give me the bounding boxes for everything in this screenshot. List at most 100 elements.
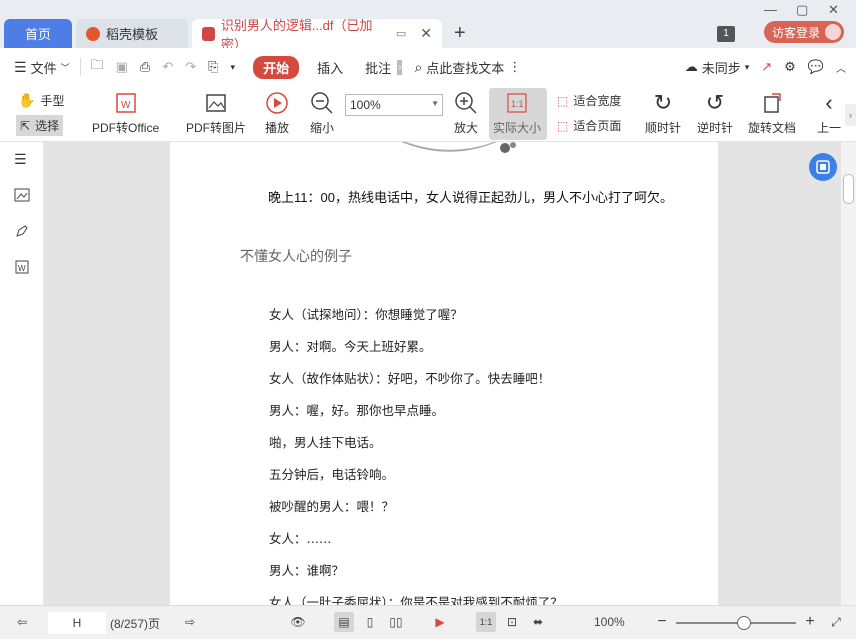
maximize-icon[interactable]: ▢ xyxy=(796,2,808,18)
ribbon-toolbar: ✋ 手型 ⇱ 选择 W PDF转Office PDF转图片 播放 缩小 100%… xyxy=(0,86,856,142)
actual-size-icon: 1:1 xyxy=(504,90,530,116)
new-tab-button[interactable]: + xyxy=(454,22,466,45)
actual-size-status-icon[interactable]: 1:1 xyxy=(476,612,496,632)
close-window-icon[interactable]: ✕ xyxy=(828,2,839,18)
select-tool-button[interactable]: ⇱ 选择 xyxy=(16,115,64,136)
redo-button[interactable]: ↷ xyxy=(179,59,202,75)
collapse-ribbon-button[interactable]: ︿ xyxy=(830,60,856,75)
scrollbar-thumb[interactable] xyxy=(843,174,854,204)
convert-word-icon[interactable]: W xyxy=(14,259,30,275)
hand-tool-button[interactable]: ✋ 手型 xyxy=(18,92,64,109)
floating-tool-button[interactable] xyxy=(809,153,837,181)
image-icon xyxy=(203,90,229,116)
zoom-slider-thumb[interactable] xyxy=(737,616,751,630)
redo-icon: ↷ xyxy=(185,59,197,74)
open-file-button[interactable]: 🗀 xyxy=(85,56,110,78)
tab-insert[interactable]: 插入 xyxy=(311,58,349,77)
login-button[interactable]: 访客登录 xyxy=(764,21,844,43)
save-button[interactable]: ▣ xyxy=(110,59,134,75)
two-page-view-icon[interactable]: ▯▯ xyxy=(386,612,406,632)
tab-scroll-right[interactable]: › xyxy=(397,59,403,75)
dialogue-line: 被吵醒的男人：喂！？ xyxy=(269,499,395,514)
ribbon-scroll-right[interactable]: › xyxy=(845,104,856,126)
thumbnail-icon[interactable] xyxy=(14,187,30,203)
file-menu[interactable]: ☰ 文件 ﹀ xyxy=(0,58,76,77)
zoom-select[interactable]: 100% ▼ xyxy=(345,94,443,116)
fit-page-button[interactable]: ⬚ 适合页面 xyxy=(557,117,621,134)
fit-width-status-icon[interactable]: ⬌ xyxy=(528,612,548,632)
export-button[interactable]: ⎘ xyxy=(202,59,224,75)
tab-home-label: 首页 xyxy=(24,27,51,42)
cursor-icon: ⇱ xyxy=(20,118,31,133)
chevron-down-icon: ▾ xyxy=(230,61,236,72)
zoom-in-plus-icon[interactable]: + xyxy=(800,612,820,632)
zoom-in-button[interactable]: 放大 xyxy=(453,90,479,136)
outline-icon[interactable]: ☰ xyxy=(14,151,30,167)
svg-text:W: W xyxy=(121,100,131,111)
eye-protection-icon[interactable]: 👁 xyxy=(288,612,308,632)
pdf-to-image-button[interactable]: PDF转图片 xyxy=(186,90,246,136)
page-headline: 晚上11：00，热线电话中，女人说得正起劲儿，男人不小心打了呵欠。 xyxy=(268,190,673,205)
pdf-to-office-button[interactable]: W PDF转Office xyxy=(92,90,159,136)
pdf-to-office-icon: W xyxy=(113,90,139,116)
dialogue-line: 男人：喔，好。那你也早点睡。 xyxy=(269,403,445,418)
export-icon: ⎘ xyxy=(208,59,219,74)
fit-width-button[interactable]: ⬚ 适合宽度 xyxy=(557,92,621,109)
minimize-icon[interactable]: — xyxy=(764,2,777,17)
play-icon xyxy=(264,90,290,116)
play-button[interactable]: 播放 xyxy=(264,90,290,136)
rotate-document-button[interactable]: 旋转文档 xyxy=(748,90,796,136)
zoom-out-button[interactable]: 缩小 xyxy=(309,90,335,136)
document-export-icon xyxy=(816,160,830,174)
dialogue-line: 女人：…… xyxy=(269,531,332,546)
select-tool-label: 选择 xyxy=(35,119,60,133)
zoom-out-label: 缩小 xyxy=(309,121,334,135)
prev-page-button[interactable]: ‹ 上一 xyxy=(816,90,842,136)
tab-document[interactable]: 识别男人的逻辑...df（已加密） ▭ ✕ xyxy=(192,18,442,52)
search-label: 点此查找文本 xyxy=(426,60,505,76)
tab-insert-label: 插入 xyxy=(317,60,344,76)
page-input[interactable]: H xyxy=(48,612,106,634)
fit-page-status-icon[interactable]: ⊡ xyxy=(502,612,522,632)
rotate-clockwise-button[interactable]: ↻ 顺时针 xyxy=(645,90,681,136)
daoke-logo-icon xyxy=(86,26,100,41)
zoom-slider-track[interactable] xyxy=(676,622,796,624)
tab-template[interactable]: 稻壳模板 xyxy=(76,19,188,48)
tab-home[interactable]: 首页 xyxy=(4,19,72,48)
tab-document-label: 识别男人的逻辑...df（已加密） xyxy=(220,17,373,52)
print-button[interactable]: ⎙ xyxy=(134,59,156,75)
comment-button[interactable]: 💬 xyxy=(802,59,830,75)
document-viewport[interactable]: 晚上11：00，热线电话中，女人说得正起劲儿，男人不小心打了呵欠。 不懂女人心的… xyxy=(44,142,841,605)
zoom-out-minus-icon[interactable]: − xyxy=(652,612,672,632)
decorative-flourish xyxy=(401,142,516,153)
sync-status[interactable]: ☁ 未同步 ▾ xyxy=(679,58,756,77)
share-button[interactable]: ↗ xyxy=(755,59,778,75)
rotate-counterclockwise-label: 逆时针 xyxy=(697,121,734,135)
actual-size-button[interactable]: 1:1 实际大小 xyxy=(493,90,541,136)
single-page-view-icon[interactable]: ▤ xyxy=(334,612,354,632)
tab-start[interactable]: 开始 xyxy=(247,55,305,79)
dialogue-line: 啪，男人挂下电话。 xyxy=(269,435,382,450)
window-mode-icon[interactable]: ▭ xyxy=(396,27,406,40)
more-dropdown[interactable]: ▾ xyxy=(225,62,242,73)
svg-text:W: W xyxy=(18,264,26,273)
pdf-page: 晚上11：00，热线电话中，女人说得正起劲儿，男人不小心打了呵欠。 不懂女人心的… xyxy=(170,142,718,605)
close-tab-icon[interactable]: ✕ xyxy=(420,25,432,42)
page-count-badge[interactable]: 1 xyxy=(717,26,735,42)
search-box[interactable]: ⌕ 点此查找文本 ⋮ xyxy=(408,58,527,77)
play-slideshow-icon[interactable]: ▶ xyxy=(430,612,450,632)
settings-button[interactable]: ⚙ xyxy=(778,59,802,75)
undo-button[interactable]: ↶ xyxy=(156,59,179,75)
fit-width-label: 适合宽度 xyxy=(573,94,622,108)
next-page-arrow-icon[interactable]: ⇨ xyxy=(180,612,200,632)
fullscreen-icon[interactable]: ⤢ xyxy=(826,612,846,632)
rotate-document-label: 旋转文档 xyxy=(748,121,797,135)
rotate-counterclockwise-button[interactable]: ↺ 逆时针 xyxy=(697,90,733,136)
tab-start-label: 开始 xyxy=(253,55,300,79)
annotation-pen-icon[interactable] xyxy=(14,223,30,239)
continuous-view-icon[interactable]: ▯ xyxy=(360,612,380,632)
prev-page-arrow-icon[interactable]: ⇦ xyxy=(12,612,32,632)
sync-label: 未同步 xyxy=(701,60,741,76)
tab-annotate[interactable]: 批注 xyxy=(359,58,397,77)
vertical-scrollbar[interactable] xyxy=(841,142,856,605)
